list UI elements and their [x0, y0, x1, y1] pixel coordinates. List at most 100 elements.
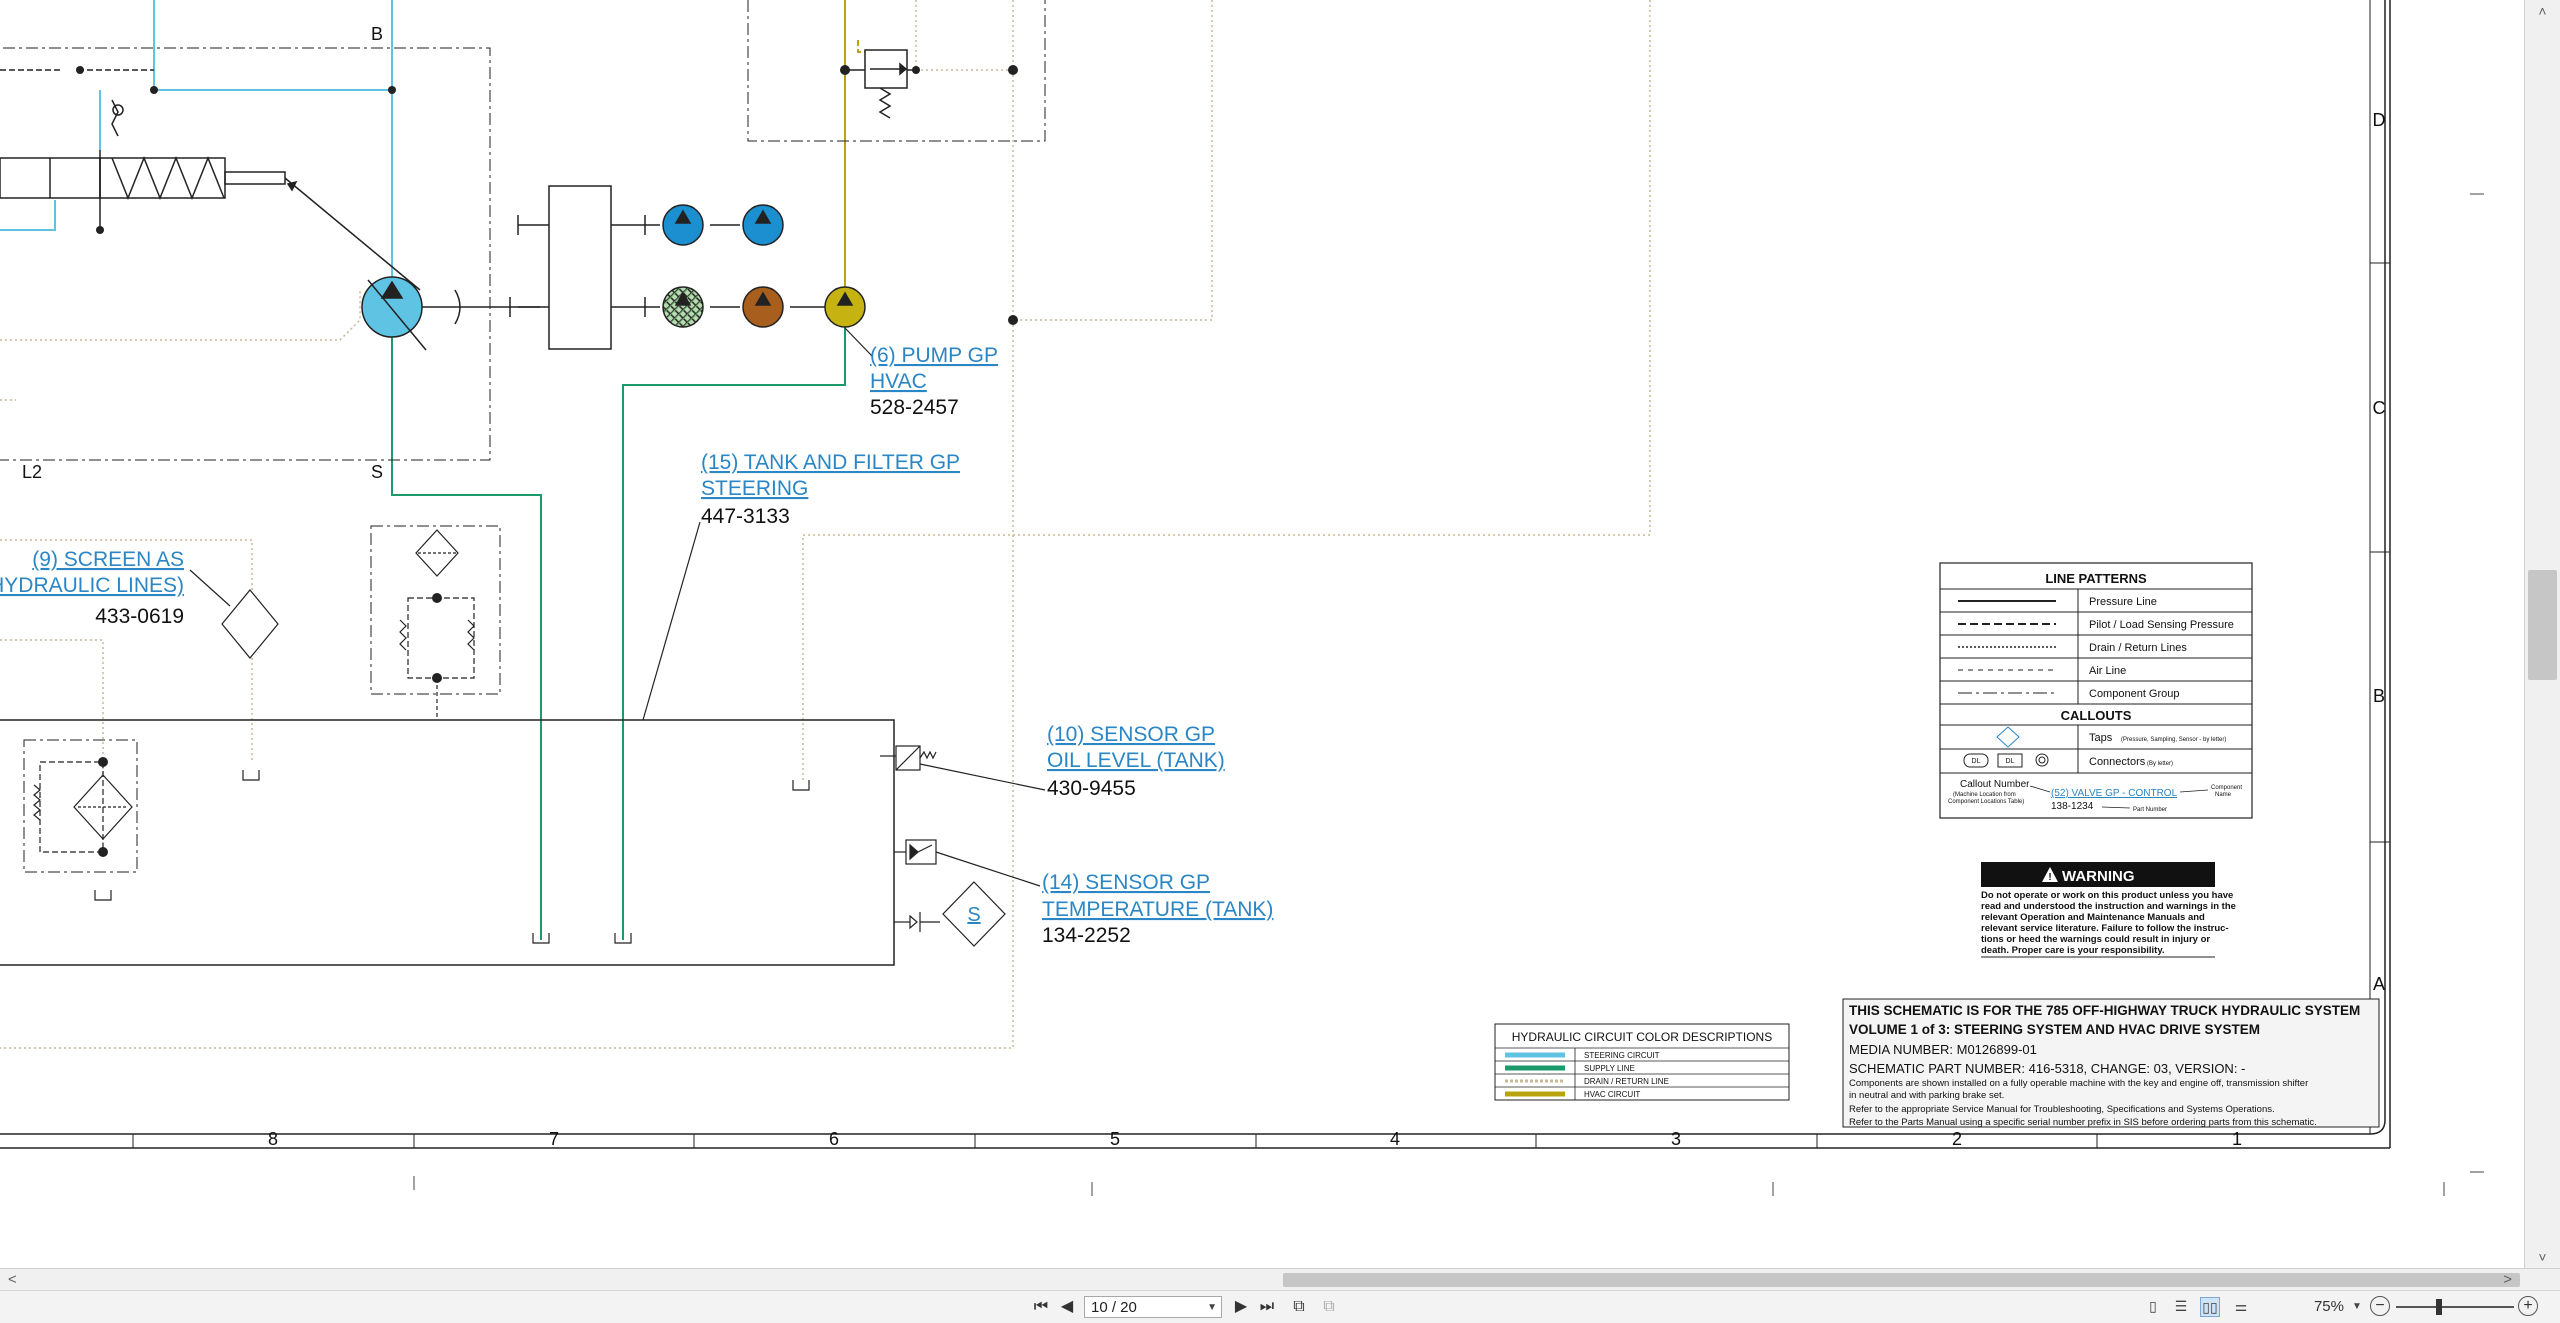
legend-part-label: Part Number — [2133, 807, 2167, 813]
vertical-scroll-thumb[interactable] — [2528, 570, 2557, 680]
steering-valve — [0, 69, 421, 291]
callout-oil-level: (10) SENSOR GP OIL LEVEL (TANK) 430-9455 — [1047, 723, 1225, 800]
title-block: THIS SCHEMATIC IS FOR THE 785 OFF-HIGHWA… — [1842, 998, 2380, 1128]
zoom-in-icon[interactable]: + — [2518, 1296, 2538, 1316]
next-view-icon[interactable]: ⧉ — [1318, 1295, 1340, 1319]
port-label: S — [371, 462, 383, 482]
column-number: 8 — [268, 1129, 278, 1149]
zoom-dropdown-icon[interactable]: ▼ — [2352, 1295, 2362, 1319]
legend-row: Pilot / Load Sensing Pressure — [2089, 619, 2234, 631]
title-line: THIS SCHEMATIC IS FOR THE 785 OFF-HIGHWA… — [1849, 1003, 2360, 1018]
next-page-icon[interactable]: ▶ — [1230, 1295, 1252, 1319]
document-viewer[interactable]: D C B A 8 7 6 5 4 3 2 1 B L2 S S (6) PUM… — [0, 0, 2525, 1268]
zoom-slider[interactable] — [2396, 1306, 2514, 1308]
last-page-icon[interactable]: ⏭ — [1256, 1295, 1278, 1319]
column-number: 1 — [2232, 1129, 2242, 1149]
legend-row: Drain / Return Lines — [2089, 642, 2187, 654]
callout-title[interactable]: (10) SENSOR GP — [1047, 723, 1215, 746]
warning-line: tions or heed the warnings could result … — [1981, 934, 2210, 945]
callout-title[interactable]: (14) SENSOR GP — [1042, 871, 1210, 894]
title-note: Refer to the appropriate Service Manual … — [1849, 1104, 2275, 1115]
column-number: 5 — [1110, 1129, 1120, 1149]
callout-subtitle[interactable]: (HYDRAULIC LINES) — [0, 574, 184, 597]
pressure-tap-s — [894, 881, 1006, 947]
color-legend-title: HYDRAULIC CIRCUIT COLOR DESCRIPTIONS — [1512, 1030, 1772, 1044]
component-groups — [0, 0, 1046, 873]
callout-subtitle[interactable]: OIL LEVEL (TANK) — [1047, 749, 1225, 772]
legend-subtitle: CALLOUTS — [2061, 708, 2132, 723]
column-number: 7 — [549, 1129, 559, 1149]
callout-title[interactable]: (15) TANK AND FILTER GP — [701, 451, 960, 474]
page-dropdown-icon[interactable]: ▼ — [1207, 1297, 1217, 1319]
zoom-slider-handle[interactable] — [2436, 1299, 2442, 1315]
hvac-lines — [844, 0, 875, 292]
scroll-up-icon[interactable]: ˄ — [2525, 0, 2560, 22]
zone-letter: D — [2373, 110, 2386, 130]
color-legend-row: DRAIN / RETURN LINE — [1584, 1077, 1669, 1086]
column-number: 6 — [829, 1129, 839, 1149]
callout-subtitle[interactable]: HVAC — [870, 370, 927, 393]
connector-mark: DL — [1972, 758, 1981, 765]
page-number-value: 10 / 20 — [1091, 1299, 1137, 1316]
svg-text:!: ! — [2048, 872, 2051, 883]
legend-callout-note: Component Locations Table) — [1948, 799, 2024, 805]
warning-panel: ! WARNING Do not operate or work on this… — [1981, 862, 2236, 958]
legend-example-link[interactable]: (52) VALVE GP - CONTROL — [2051, 788, 2178, 799]
line-patterns-legend: LINE PATTERNS Pressure Line Pilot / Load… — [1939, 562, 2253, 819]
horizontal-scrollbar[interactable]: < > — [0, 1268, 2560, 1291]
hvac-relief-valve — [845, 49, 916, 119]
schematic-canvas: D C B A 8 7 6 5 4 3 2 1 B L2 S S (6) PUM… — [0, 0, 2484, 1196]
two-page-view-icon[interactable]: ▯▯ — [2200, 1297, 2220, 1317]
horizontal-scroll-thumb[interactable] — [1283, 1273, 2520, 1287]
continuous-view-icon[interactable]: ☰ — [2172, 1297, 2190, 1315]
steering-lines — [0, 0, 393, 300]
title-note: Components are shown installed on a full… — [1849, 1078, 2308, 1089]
warning-line: death. Proper care is your responsibilit… — [1981, 945, 2165, 956]
previous-page-icon[interactable]: ◀ — [1056, 1295, 1078, 1319]
zoom-level[interactable]: 75% — [2284, 1295, 2344, 1319]
port-label: L2 — [22, 462, 42, 482]
warning-line: relevant service literature. Failure to … — [1981, 923, 2229, 934]
callout-subtitle[interactable]: TEMPERATURE (TANK) — [1042, 898, 1273, 921]
previous-view-icon[interactable]: ⧉ — [1288, 1295, 1310, 1319]
page-number-field[interactable]: 10 / 20 ▼ — [1084, 1296, 1222, 1318]
legend-row: Connectors — [2089, 756, 2146, 768]
warning-title: WARNING — [2062, 868, 2135, 885]
color-legend-row: SUPPLY LINE — [1584, 1064, 1635, 1073]
color-legend-row: STEERING CIRCUIT — [1584, 1051, 1660, 1060]
callout-part-number: 528-2457 — [870, 396, 959, 419]
legend-row: Taps — [2089, 732, 2113, 744]
single-page-view-icon[interactable]: ▯ — [2144, 1297, 2162, 1315]
column-number: 4 — [1390, 1129, 1400, 1149]
legend-callout-note: (Machine Location from — [1953, 792, 2016, 798]
callout-subtitle[interactable]: STEERING — [701, 477, 808, 500]
drive-pumps — [662, 204, 866, 328]
callout-part-number: 447-3133 — [701, 505, 790, 528]
legend-row: Pressure Line — [2089, 596, 2157, 608]
callout-part-number: 433-0619 — [95, 605, 184, 628]
zoom-out-icon[interactable]: − — [2370, 1296, 2390, 1316]
callout-tank-filter: (15) TANK AND FILTER GP STEERING 447-313… — [701, 451, 960, 528]
zone-letter: A — [2373, 974, 2385, 994]
scroll-down-icon[interactable]: ˅ — [2525, 1246, 2560, 1268]
column-number: 2 — [1952, 1129, 1962, 1149]
first-page-icon[interactable]: ⏮ — [1030, 1295, 1052, 1319]
scroll-left-icon[interactable]: < — [8, 1269, 17, 1291]
steering-pump — [361, 276, 540, 351]
callout-title[interactable]: (6) PUMP GP — [870, 344, 998, 367]
vertical-scrollbar[interactable]: ˄ ˅ — [2524, 0, 2560, 1268]
callout-title[interactable]: (9) SCREEN AS — [32, 548, 184, 571]
warning-line: Do not operate or work on this product u… — [1981, 890, 2233, 901]
temperature-sensor — [894, 839, 1041, 887]
title-note: in neutral and with parking brake set. — [1849, 1090, 2004, 1101]
legend-component-label: Name — [2215, 792, 2232, 798]
legend-title: LINE PATTERNS — [2045, 571, 2147, 586]
two-page-continuous-view-icon[interactable]: ⚌ — [2232, 1297, 2250, 1315]
warning-line: relevant Operation and Maintenance Manua… — [1981, 912, 2205, 923]
return-filter — [33, 761, 133, 853]
tap-label[interactable]: S — [967, 904, 980, 926]
column-number: 3 — [1671, 1129, 1681, 1149]
scroll-right-icon[interactable]: > — [2503, 1269, 2512, 1291]
media-number: MEDIA NUMBER: M0126899-01 — [1849, 1042, 2037, 1057]
zone-letter: C — [2373, 398, 2386, 418]
